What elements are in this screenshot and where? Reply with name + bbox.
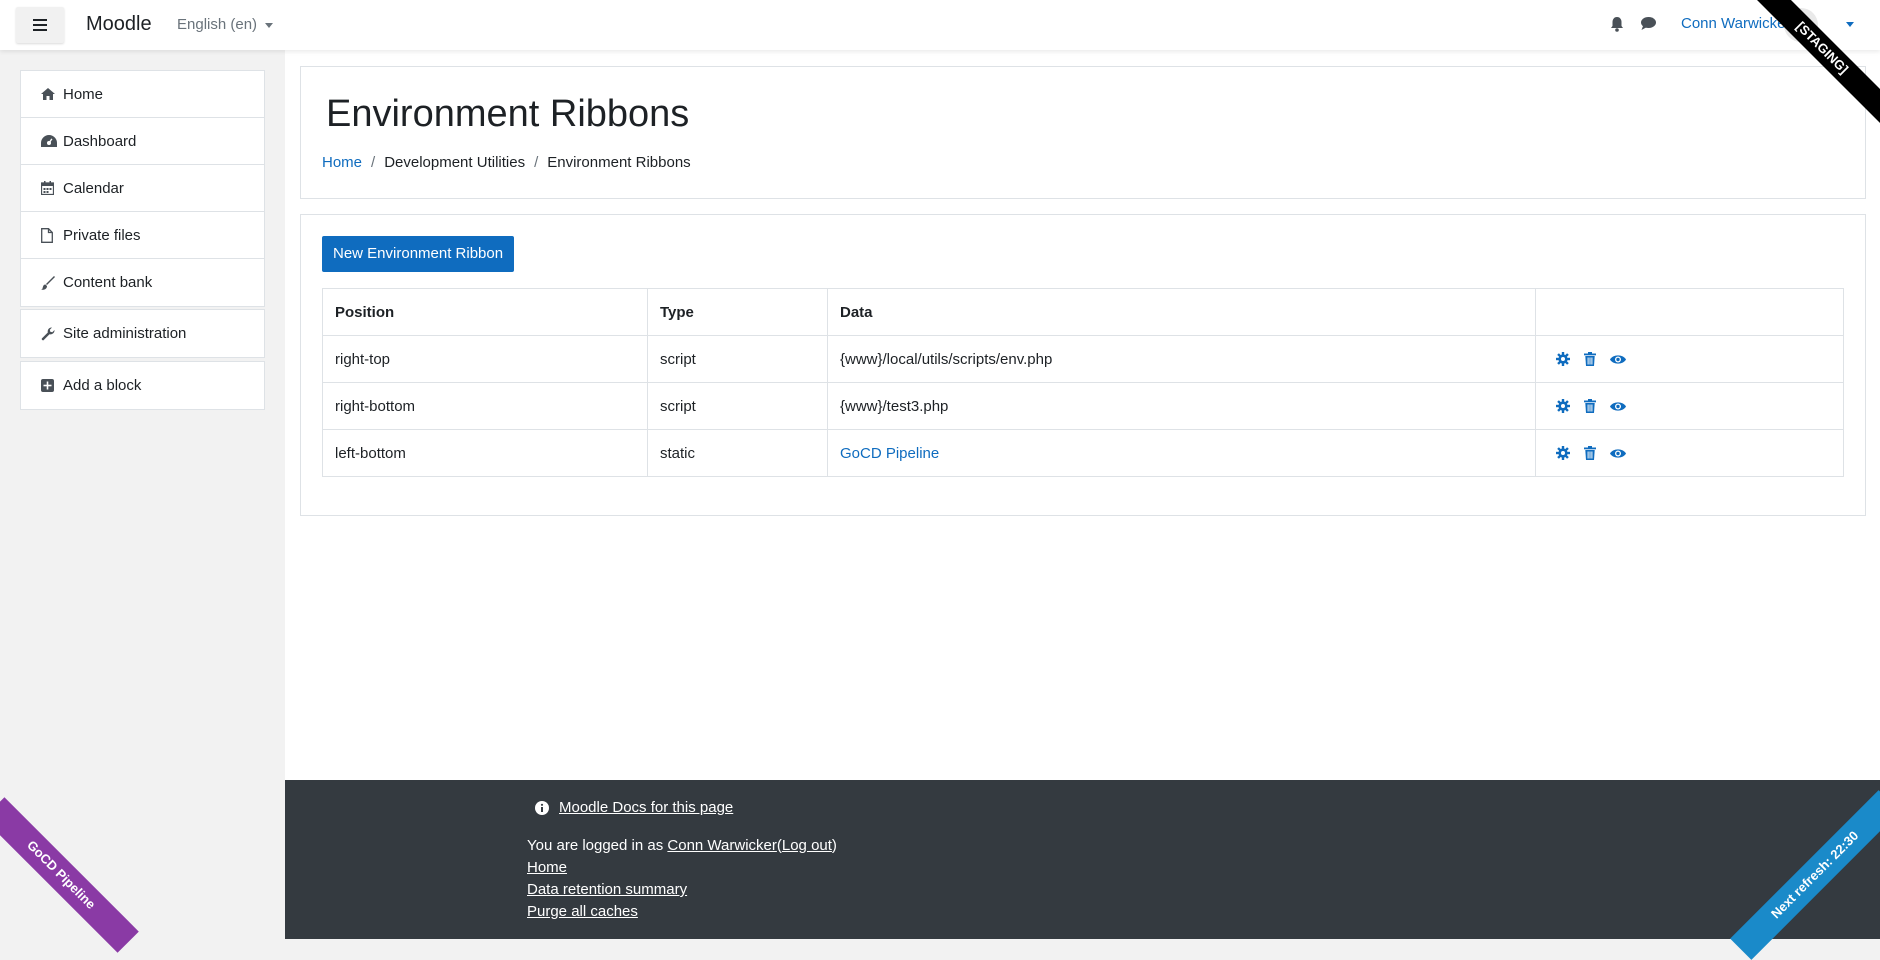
hamburger-icon [33, 19, 47, 31]
chat-icon[interactable] [1640, 16, 1657, 35]
column-header-actions [1535, 288, 1844, 336]
nav-item-content-bank[interactable]: Content bank [21, 259, 264, 306]
breadcrumb-separator: / [371, 154, 376, 171]
gear-icon[interactable] [1556, 352, 1570, 366]
plus-square-icon [41, 379, 63, 392]
cell-type: static [647, 429, 828, 477]
breadcrumb-separator: / [534, 154, 539, 171]
content-card: New Environment Ribbon Position Type Dat… [300, 214, 1866, 516]
cell-actions [1535, 429, 1844, 477]
eye-icon[interactable] [1610, 448, 1626, 459]
site-brand[interactable]: Moodle [86, 13, 152, 36]
user-menu-chevron-icon[interactable] [1846, 22, 1854, 27]
nav-label: Dashboard [63, 132, 137, 150]
logged-in-info: You are logged in as Conn Warwicker(Log … [527, 837, 837, 854]
nav-item-home[interactable]: Home [21, 71, 264, 118]
language-menu[interactable]: English (en) [177, 16, 274, 33]
home-icon [41, 88, 63, 100]
cell-position: left-bottom [322, 429, 648, 477]
admin-nav-group: Site administration [20, 309, 265, 358]
trash-icon[interactable] [1584, 352, 1596, 366]
eye-icon[interactable] [1610, 354, 1626, 365]
cell-data: {www}/local/utils/scripts/env.php [827, 335, 1536, 383]
main-nav-group: Home Dashboard Calendar Private files Co… [20, 70, 265, 307]
nav-label: Add a block [63, 377, 142, 394]
footer-user-link[interactable]: Conn Warwicker [667, 837, 776, 854]
nav-label: Private files [63, 226, 141, 244]
table-row: right-top script {www}/local/utils/scrip… [322, 335, 1844, 383]
cell-position: right-bottom [322, 382, 648, 430]
column-header-data: Data [827, 288, 1536, 336]
nav-item-site-administration[interactable]: Site administration [21, 310, 264, 357]
trash-icon[interactable] [1584, 446, 1596, 460]
nav-item-private-files[interactable]: Private files [21, 212, 264, 259]
ribbons-table: Position Type Data right-top script {www… [322, 288, 1844, 477]
cell-data: GoCD Pipeline [827, 429, 1536, 477]
table-row: left-bottom static GoCD Pipeline [322, 429, 1844, 477]
dashboard-icon [41, 135, 63, 147]
new-environment-ribbon-button[interactable]: New Environment Ribbon [322, 236, 515, 272]
add-block-button[interactable]: Add a block [21, 362, 264, 409]
logout-link[interactable]: Log out [782, 837, 832, 854]
bell-icon[interactable] [1610, 16, 1624, 36]
chevron-down-icon [265, 22, 274, 28]
moodle-docs-row: Moodle Docs for this page [535, 799, 733, 816]
cell-type: script [647, 335, 828, 383]
cell-data: {www}/test3.php [827, 382, 1536, 430]
breadcrumb: Home / Development Utilities / Environment R… [322, 154, 691, 171]
drawer-toggle-button[interactable] [16, 7, 64, 43]
logout-close-paren: ) [831, 837, 837, 854]
table-row: right-bottom script {www}/test3.php [322, 382, 1844, 430]
top-navbar: Moodle English (en) Conn Warwicker [0, 0, 1880, 50]
cell-type: script [647, 382, 828, 430]
language-label: English (en) [177, 16, 258, 33]
moodle-docs-link[interactable]: Moodle Docs for this page [559, 799, 733, 816]
page-footer: Moodle Docs for this page You are logged… [285, 780, 1880, 939]
calendar-icon [41, 181, 63, 195]
nav-label: Calendar [63, 179, 124, 197]
main-region: Environment Ribbons Home / Development Uti… [285, 50, 1880, 780]
nav-label: Home [63, 85, 104, 103]
trash-icon[interactable] [1584, 399, 1596, 413]
nav-drawer: Home Dashboard Calendar Private files Co… [0, 50, 285, 939]
logged-in-prefix: You are logged in as [527, 837, 664, 854]
column-header-type: Type [647, 288, 828, 336]
file-icon [41, 227, 63, 243]
column-header-position: Position [322, 288, 648, 336]
cell-actions [1535, 335, 1844, 383]
brush-icon [41, 275, 63, 290]
eye-icon[interactable] [1610, 401, 1626, 412]
footer-home-link[interactable]: Home [527, 859, 567, 876]
add-block-group: Add a block [20, 361, 265, 410]
page-header: Environment Ribbons Home / Development Uti… [300, 66, 1866, 199]
breadcrumb-development-utilities: Development Utilities [384, 154, 526, 171]
breadcrumb-current: Environment Ribbons [547, 154, 691, 171]
purge-caches-link[interactable]: Purge all caches [527, 903, 638, 920]
gear-icon[interactable] [1556, 446, 1570, 460]
page-title: Environment Ribbons [326, 93, 690, 135]
table-header-row: Position Type Data [322, 288, 1844, 336]
data-retention-link[interactable]: Data retention summary [527, 881, 687, 898]
nav-label: Site administration [63, 325, 187, 342]
breadcrumb-home-link[interactable]: Home [322, 154, 362, 171]
info-icon [535, 800, 549, 815]
cell-position: right-top [322, 335, 648, 383]
nav-label: Content bank [63, 274, 153, 291]
wrench-icon [41, 326, 63, 341]
gocd-pipeline-link[interactable]: GoCD Pipeline [840, 445, 939, 462]
cell-actions [1535, 382, 1844, 430]
nav-item-calendar[interactable]: Calendar [21, 165, 264, 212]
nav-item-dashboard[interactable]: Dashboard [21, 118, 264, 165]
gear-icon[interactable] [1556, 399, 1570, 413]
